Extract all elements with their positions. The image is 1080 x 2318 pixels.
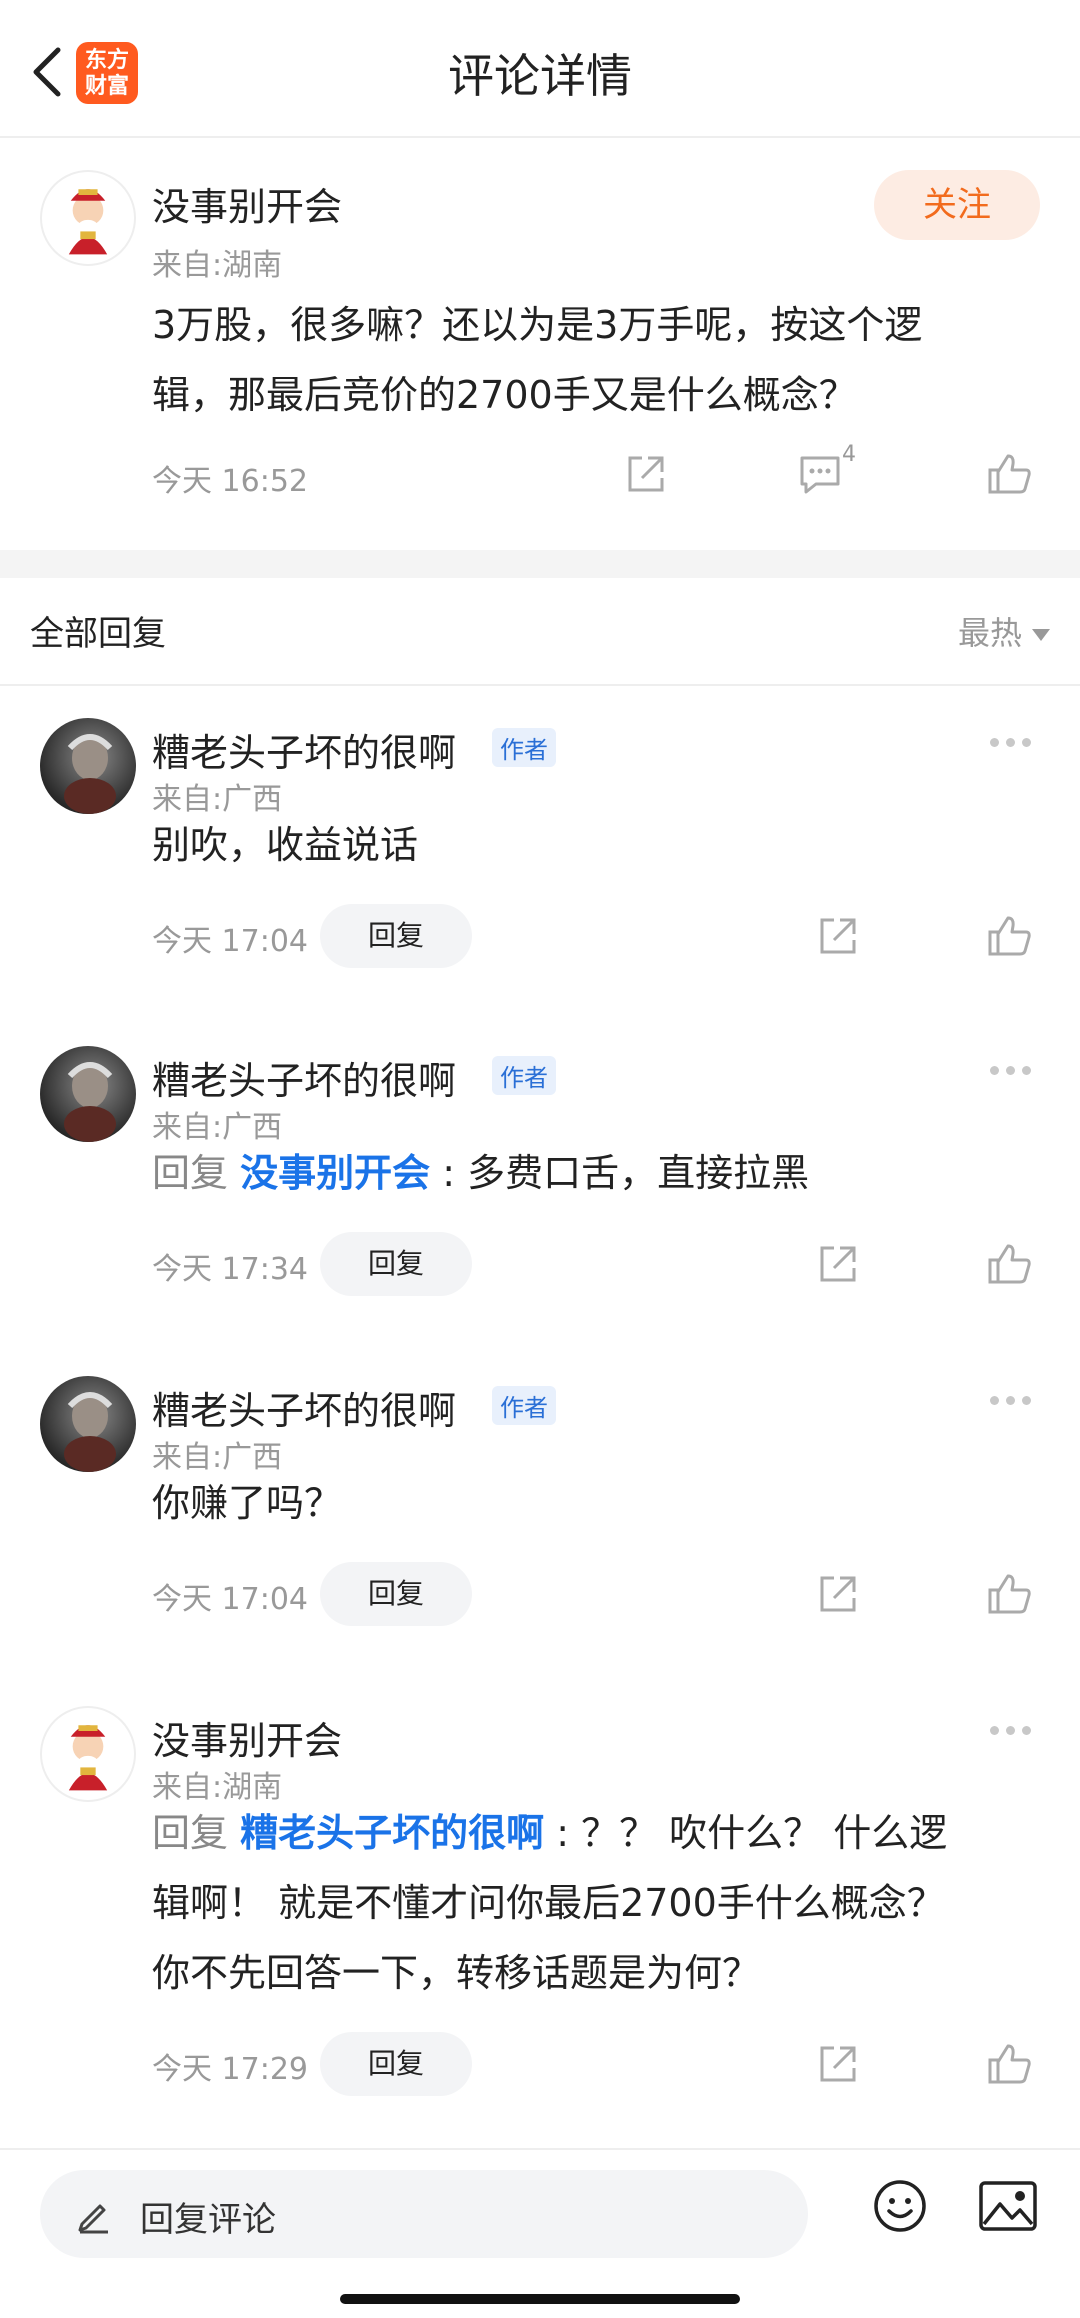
comment-time: 今天 16:52	[152, 464, 308, 499]
reply-button[interactable]: 回复	[320, 904, 472, 968]
reply-item: 糟老头子坏的很啊 作者 来自:广西 你赚了吗？ 今天 17:04 回复	[0, 1360, 1080, 1670]
section-divider	[0, 550, 1080, 578]
share-icon[interactable]	[814, 2040, 862, 2088]
page-title: 评论详情	[448, 49, 632, 103]
replies-title: 全部回复	[30, 614, 166, 654]
reply-button[interactable]: 回复	[320, 2032, 472, 2096]
reply-text: 别吹，收益说话	[152, 823, 419, 867]
reply-time: 今天 17:29	[152, 2052, 308, 2087]
share-icon[interactable]	[814, 1240, 862, 1288]
comment-count: 4	[842, 442, 856, 467]
like-icon[interactable]	[986, 2040, 1034, 2088]
comment-icon[interactable]	[796, 450, 844, 498]
share-icon[interactable]	[622, 450, 670, 498]
like-icon[interactable]	[986, 450, 1034, 498]
username[interactable]: 没事别开会	[152, 1710, 342, 1765]
share-icon[interactable]	[814, 912, 862, 960]
mention-link[interactable]: 没事别开会	[240, 1151, 430, 1195]
reply-item: 糟老头子坏的很啊 作者 来自:广西 回复 没事别开会 : 多费口舌，直接拉黑 今…	[0, 1030, 1080, 1340]
author-badge: 作者	[492, 1056, 556, 1095]
username[interactable]: 糟老头子坏的很啊	[152, 1380, 456, 1435]
avatar[interactable]	[40, 170, 136, 266]
share-icon[interactable]	[814, 1570, 862, 1618]
username[interactable]: 没事别开会	[152, 176, 342, 231]
home-indicator[interactable]	[340, 2294, 740, 2304]
like-icon[interactable]	[986, 912, 1034, 960]
like-icon[interactable]	[986, 1570, 1034, 1618]
avatar[interactable]	[40, 1376, 136, 1472]
follow-button[interactable]: 关注	[874, 170, 1040, 240]
author-badge: 作者	[492, 1386, 556, 1425]
bottom-input-bar: 回复评论	[0, 2148, 1080, 2318]
reply-item: 没事别开会 来自:湖南 回复 糟老头子坏的很啊 : ？？ 吹什么？ 什么逻 辑啊…	[0, 1690, 1080, 2130]
sort-dropdown[interactable]: 最热	[958, 608, 1050, 654]
avatar[interactable]	[40, 1706, 136, 1802]
like-icon[interactable]	[986, 1240, 1034, 1288]
author-badge: 作者	[492, 728, 556, 767]
reply-button[interactable]: 回复	[320, 1562, 472, 1626]
caret-down-icon	[1032, 629, 1050, 641]
location-text: 来自:湖南	[152, 248, 283, 283]
reply-text: 回复 没事别开会 : 多费口舌，直接拉黑	[152, 1151, 810, 1195]
more-options-icon[interactable]	[990, 732, 1040, 752]
avatar[interactable]	[40, 1046, 136, 1142]
mention-link[interactable]: 糟老头子坏的很啊	[240, 1811, 544, 1855]
username[interactable]: 糟老头子坏的很啊	[152, 722, 456, 777]
reply-time: 今天 17:04	[152, 1582, 308, 1617]
pencil-icon	[74, 2194, 114, 2234]
header-bar: 东方 财富 评论详情	[0, 0, 1080, 138]
emoji-icon[interactable]	[872, 2178, 928, 2234]
comment-text: 3万股，很多嘛？还以为是3万手呢，按这个逻 辑，那最后竞价的2700手又是什么概…	[152, 303, 923, 417]
reply-text: 回复 糟老头子坏的很啊 : ？？ 吹什么？ 什么逻 辑啊！ 就是不懂才问你最后2…	[152, 1811, 948, 1995]
reply-input[interactable]: 回复评论	[40, 2170, 808, 2258]
reply-input-placeholder: 回复评论	[140, 2200, 276, 2240]
username[interactable]: 糟老头子坏的很啊	[152, 1050, 456, 1105]
main-comment: 没事别开会 来自:湖南 关注 3万股，很多嘛？还以为是3万手呢，按这个逻 辑，那…	[0, 140, 1080, 550]
more-options-icon[interactable]	[990, 1720, 1040, 1740]
avatar[interactable]	[40, 718, 136, 814]
reply-button[interactable]: 回复	[320, 1232, 472, 1296]
reply-text: 你赚了吗？	[152, 1481, 343, 1525]
reply-time: 今天 17:04	[152, 924, 308, 959]
reply-item: 糟老头子坏的很啊 作者 来自:广西 别吹，收益说话 今天 17:04 回复	[0, 700, 1080, 1010]
reply-time: 今天 17:34	[152, 1252, 308, 1287]
replies-header: 全部回复 最热	[0, 578, 1080, 686]
more-options-icon[interactable]	[990, 1060, 1040, 1080]
image-icon[interactable]	[978, 2180, 1038, 2232]
more-options-icon[interactable]	[990, 1390, 1040, 1410]
